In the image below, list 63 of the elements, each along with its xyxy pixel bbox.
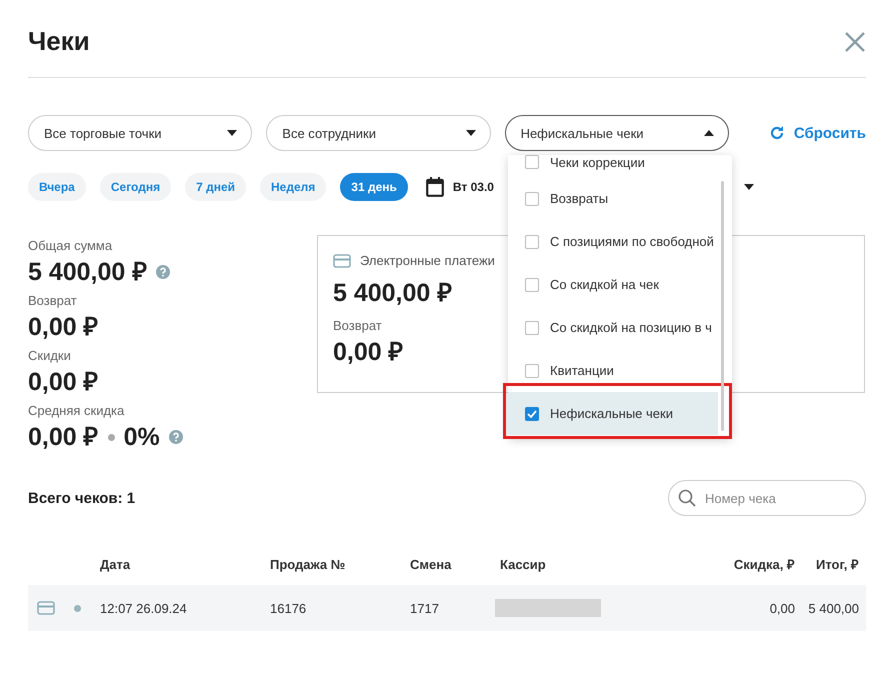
card-icon xyxy=(37,601,55,615)
help-icon[interactable] xyxy=(156,265,170,279)
caret-icon xyxy=(466,130,476,136)
column-header: Итог, ₽ xyxy=(815,556,859,573)
column-header: Скидка, ₽ xyxy=(732,556,795,573)
caret-icon xyxy=(744,184,754,190)
checkbox[interactable] xyxy=(525,320,539,334)
checkbox[interactable] xyxy=(525,278,539,292)
period-chip[interactable]: 31 день xyxy=(340,173,408,201)
menu-item-label: Чеки коррекции xyxy=(550,155,645,170)
filter-select[interactable]: Нефискальные чеки xyxy=(504,115,729,151)
table-cell-text: 0,00 xyxy=(768,600,795,616)
caret-icon xyxy=(704,130,714,136)
stat-label: Общая сумма xyxy=(28,238,112,253)
checkbox[interactable] xyxy=(525,406,539,420)
table-cell-text: 12:07 26.09.24 xyxy=(100,600,188,616)
scrollbar[interactable] xyxy=(721,181,724,431)
menu-item-label: С позициями по свободной xyxy=(550,234,714,249)
refresh-icon xyxy=(768,125,785,141)
stat-percent: 0% xyxy=(124,422,160,452)
menu-item[interactable]: Чеки коррекции xyxy=(508,155,718,177)
table-cell-text: 1717 xyxy=(410,600,440,616)
separator-dot xyxy=(108,434,115,440)
search-icon xyxy=(678,489,696,507)
status-dot xyxy=(74,604,81,612)
checkbox[interactable] xyxy=(525,192,539,206)
stat-label: Средняя скидка xyxy=(28,403,124,418)
checkbox[interactable] xyxy=(525,155,539,169)
menu-item-label: Квитанции xyxy=(550,363,614,378)
menu-item-label: Со скидкой на позицию в ч xyxy=(550,320,712,335)
close-button[interactable] xyxy=(844,30,866,52)
receipt-count: Всего чеков: 1 xyxy=(28,490,136,506)
checkbox[interactable] xyxy=(525,234,539,248)
card-title: Электронные платежи xyxy=(360,253,495,268)
card-amount: 5 400,00 ₽ xyxy=(333,278,452,308)
calendar-icon[interactable] xyxy=(426,177,444,197)
column-header: Продажа № xyxy=(270,556,346,572)
stat-label: Скидки xyxy=(28,348,71,363)
reset-button[interactable]: Сбросить xyxy=(768,124,866,142)
window-title: Чеки xyxy=(28,26,90,57)
caret-icon xyxy=(227,130,238,136)
table-cell-text: 5 400,00 xyxy=(807,600,859,616)
card-refund-label: Возврат xyxy=(333,318,382,333)
filter-select[interactable]: Все сотрудники xyxy=(266,115,491,151)
search-field[interactable]: Номер чека xyxy=(668,480,866,516)
filter-select[interactable]: Все торговые точки xyxy=(28,115,252,151)
stat-value: 0,00 ₽ xyxy=(28,312,99,342)
column-header: Дата xyxy=(100,556,132,572)
menu-item-label: Нефискальные чеки xyxy=(550,406,673,421)
help-icon[interactable] xyxy=(168,430,183,444)
checkbox[interactable] xyxy=(525,364,539,378)
column-header: Смена xyxy=(410,556,452,572)
date-range[interactable]: Вт 03.0 xyxy=(452,180,494,194)
menu-item-label: Со скидкой на чек xyxy=(550,277,659,292)
card-refund-value: 0,00 ₽ xyxy=(333,337,404,367)
card-icon xyxy=(333,254,351,268)
stat-label: Возврат xyxy=(28,293,77,308)
column-header: Кассир xyxy=(500,556,547,572)
stat-value: 5 400,00 ₽ xyxy=(28,257,148,287)
menu-item-label: Возвраты xyxy=(550,191,608,206)
table-cell-text: 16176 xyxy=(270,600,308,616)
stat-value: 0,00 ₽ xyxy=(28,422,99,452)
stat-value: 0,00 ₽ xyxy=(28,367,99,397)
